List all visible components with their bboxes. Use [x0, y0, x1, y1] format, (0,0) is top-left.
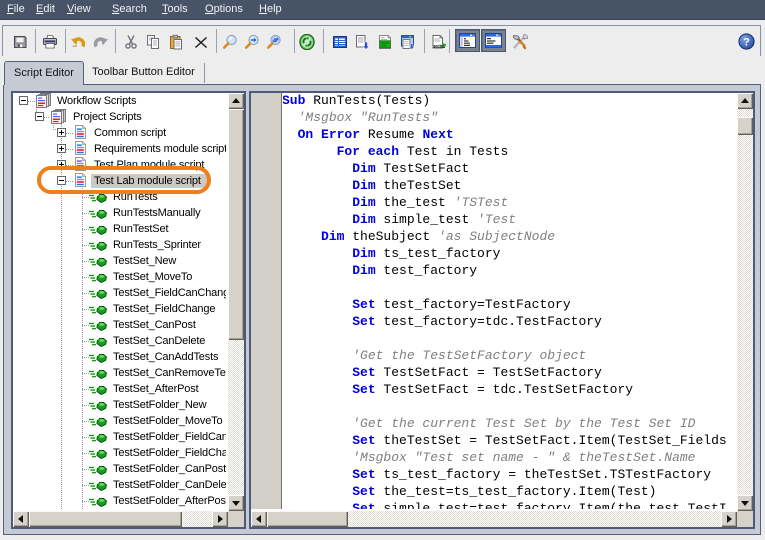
svg-text:?: ? [743, 37, 750, 49]
